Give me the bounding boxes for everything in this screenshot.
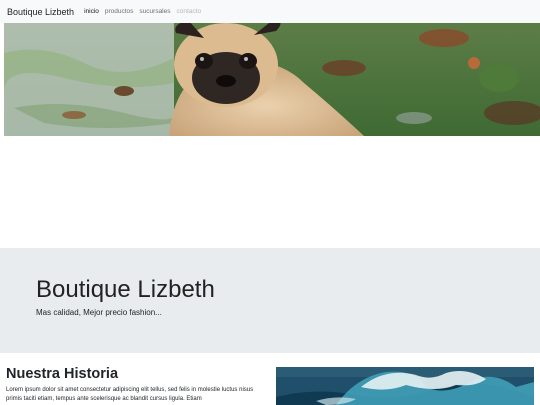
jumbotron-title: Boutique Lizbeth [36, 276, 215, 303]
jumbotron-subtitle: Mas calidad, Mejor precio fashion... [36, 308, 162, 317]
hero-image [4, 23, 540, 136]
navbar: Boutique Lizbeth inicio productos sucurs… [0, 0, 540, 23]
ocean-wave-image [276, 367, 534, 405]
nav-link-contacto[interactable]: contacto [177, 8, 202, 15]
nav-link-inicio[interactable]: inicio [84, 8, 99, 15]
historia-title: Nuestra Historia [6, 366, 119, 382]
nav-link-productos[interactable]: productos [105, 8, 134, 15]
navbar-brand[interactable]: Boutique Lizbeth [7, 7, 74, 17]
historia-text: Lorem ipsum dolor sit amet consectetur a… [6, 387, 254, 402]
nav-link-sucursales[interactable]: sucursales [139, 8, 170, 15]
